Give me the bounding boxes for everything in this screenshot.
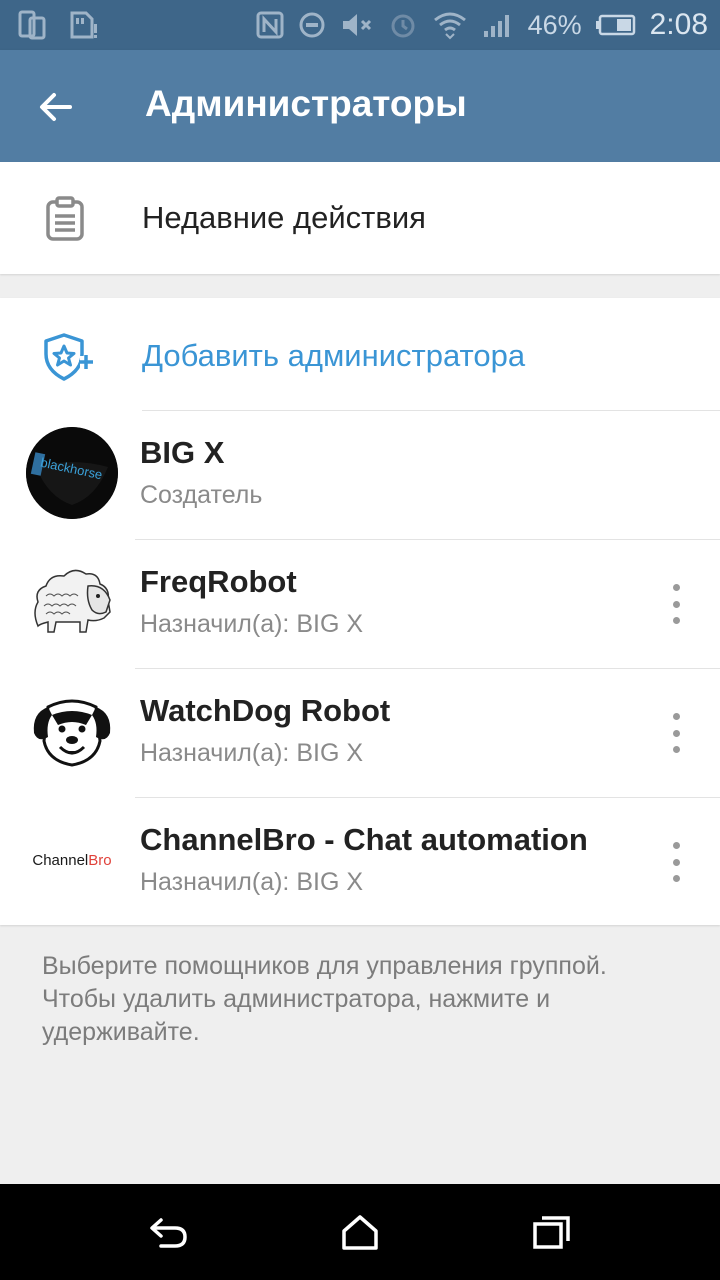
- recent-actions-row[interactable]: Недавние действия: [0, 162, 720, 274]
- admin-name: WatchDog Robot: [140, 693, 391, 728]
- status-bar-left: [18, 10, 98, 40]
- admin-role: Назначил(а): BIG X: [140, 610, 364, 638]
- recent-apps-nav-button[interactable]: [528, 1208, 576, 1256]
- admin-name: ChannelBro - Chat automation: [140, 822, 588, 857]
- home-icon: [342, 1215, 378, 1250]
- clock: 2:08: [649, 8, 708, 41]
- avatar: blackhorse: [26, 427, 118, 519]
- recent-actions-label: Недавние действия: [142, 200, 426, 235]
- admin-row[interactable]: WatchDog Robot Назначил(а): BIG X: [0, 669, 720, 797]
- status-bar: 46% 2:08: [0, 0, 720, 50]
- add-admin-label: Добавить администратора: [142, 338, 526, 373]
- channelbro-avatar: Channel Bro: [22, 814, 122, 906]
- admins-hint-text: Выберите помощников для управления групп…: [42, 952, 607, 1046]
- admin-role: Создатель: [140, 481, 263, 509]
- back-nav-button[interactable]: [144, 1208, 192, 1256]
- more-options-button[interactable]: [666, 842, 686, 882]
- admin-role: Назначил(а): BIG X: [140, 739, 364, 767]
- admin-row[interactable]: FreqRobot Назначил(а): BIG X: [0, 540, 720, 668]
- status-bar-right: 46% 2:08: [256, 0, 708, 50]
- sheep-avatar: [26, 556, 118, 648]
- shield-star-add-icon: [42, 332, 98, 387]
- battery-percent: 46%: [527, 9, 582, 40]
- page-title: Администраторы: [145, 83, 467, 124]
- back-button[interactable]: [28, 80, 82, 134]
- home-nav-button[interactable]: [336, 1208, 384, 1256]
- nfc-icon: [256, 11, 284, 39]
- do-not-disturb-icon: [298, 11, 326, 39]
- avatar-text-channel: Channel: [32, 851, 89, 869]
- admin-name: BIG X: [140, 435, 225, 470]
- sd-card-alert-icon: [68, 10, 98, 40]
- navigation-bar: [0, 1184, 720, 1280]
- signal-icon: [482, 11, 514, 39]
- dog-avatar: [26, 685, 118, 777]
- admin-name: FreqRobot: [140, 564, 297, 599]
- more-options-button[interactable]: [666, 584, 686, 624]
- avatar-text-bro: Bro: [88, 851, 112, 869]
- admin-role: Назначил(а): BIG X: [140, 868, 364, 896]
- alarm-icon: [388, 10, 418, 40]
- wifi-icon: [432, 10, 468, 40]
- battery-icon: [595, 13, 636, 37]
- back-nav-icon: [150, 1218, 187, 1248]
- admin-row[interactable]: blackhorse BIG X Создатель: [0, 411, 720, 539]
- admins-card: Добавить администратора blackhorse BIG X…: [0, 298, 720, 925]
- more-options-button[interactable]: [666, 713, 686, 753]
- admin-row[interactable]: Channel Bro ChannelBro - Chat automation …: [0, 798, 720, 926]
- clipboard-list-icon: [44, 196, 88, 247]
- device-icon: [18, 10, 46, 40]
- add-admin-row[interactable]: Добавить администратора: [0, 298, 720, 410]
- mute-icon: [340, 11, 374, 39]
- app-bar: Администраторы: [0, 50, 720, 162]
- recent-apps-icon: [533, 1216, 570, 1249]
- back-arrow-icon: [40, 93, 72, 121]
